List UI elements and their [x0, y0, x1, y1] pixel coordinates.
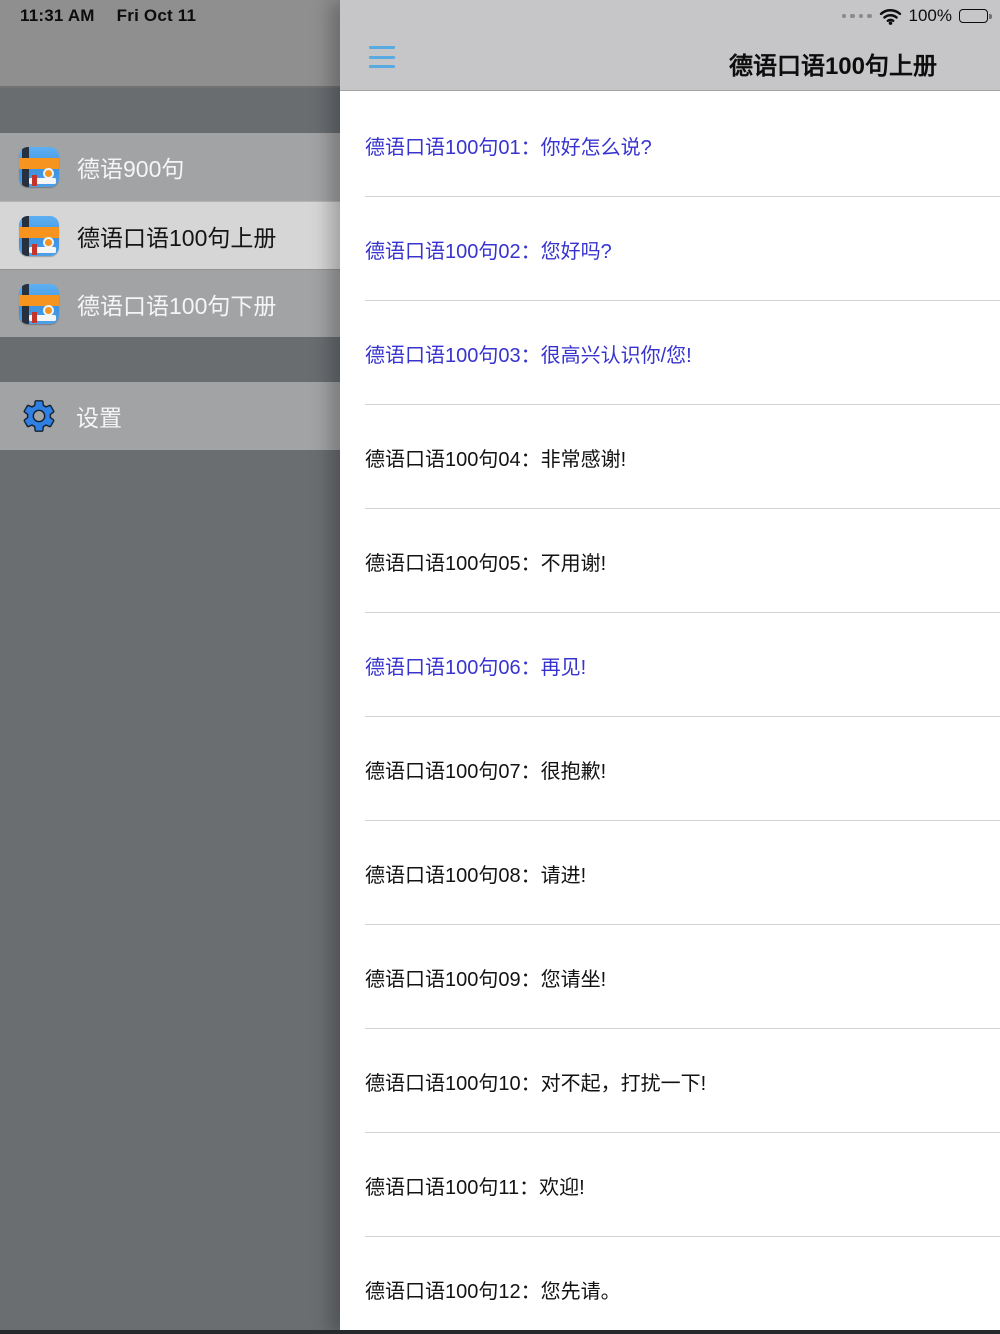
sidebar-item-deyu900[interactable]: 德语900句 — [0, 133, 340, 201]
sidebar-item-label: 德语900句 — [77, 156, 185, 182]
sidebar-spacer-middle — [0, 337, 340, 382]
list-item[interactable]: 德语口语100句12：您先请。 — [340, 1237, 1000, 1334]
sidebar-item-label: 设置 — [76, 405, 122, 431]
list-item[interactable]: 德语口语100句04：非常感谢! — [340, 405, 1000, 509]
list-item-label: 德语口语100句08：请进! — [365, 864, 587, 887]
sidebar-item-label: 德语口语100句上册 — [77, 224, 277, 251]
status-bar-right: 100% — [841, 6, 992, 26]
book-icon — [19, 215, 59, 256]
sidebar-item-label: 德语口语100句下册 — [77, 292, 277, 319]
app-screen: 11:31 AM Fri Oct 11 德语900句 德语口语100句上册 德语口… — [0, 0, 1000, 1334]
list-item[interactable]: 德语口语100句08：请进! — [340, 821, 1000, 925]
battery-percent: 100% — [908, 6, 952, 25]
book-icon — [19, 283, 59, 324]
status-date: Fri Oct 11 — [116, 6, 197, 25]
cellular-signal-icon — [841, 13, 872, 19]
list-item[interactable]: 德语口语100句01：你好怎么说? — [340, 93, 1000, 197]
sidebar-item-100ju-xiace[interactable]: 德语口语100句下册 — [0, 269, 340, 337]
list-item-label: 德语口语100句09：您请坐! — [365, 968, 607, 991]
sidebar-spacer-top — [0, 88, 340, 133]
detail-panel: 100% 德语口语100句上册 德语口语100句01：你好怎么说? 德语口语10… — [340, 0, 1000, 1334]
list-item-label: 德语口语100句03：很高兴认识你/您! — [365, 344, 692, 367]
list-item-label: 德语口语100句07：很抱歉! — [365, 760, 607, 783]
page-title: 德语口语100句上册 — [728, 53, 937, 80]
list-item[interactable]: 德语口语100句10：对不起，打扰一下! — [340, 1029, 1000, 1133]
list-item-label: 德语口语100句04：非常感谢! — [365, 448, 627, 471]
list-item[interactable]: 德语口语100句11：欢迎! — [340, 1133, 1000, 1237]
wifi-icon — [879, 8, 901, 25]
list-item-label: 德语口语100句06：再见! — [365, 656, 587, 679]
status-time: 11:31 AM — [20, 6, 95, 25]
bottom-edge-bar — [0, 1330, 1000, 1334]
list-item[interactable]: 德语口语100句07：很抱歉! — [340, 717, 1000, 821]
list-item-label: 德语口语100句11：欢迎! — [365, 1176, 585, 1199]
sidebar: 11:31 AM Fri Oct 11 德语900句 德语口语100句上册 德语口… — [0, 0, 340, 1334]
list-item-label: 德语口语100句10：对不起，打扰一下! — [365, 1072, 707, 1095]
navigation-bar: 100% 德语口语100句上册 — [340, 0, 1000, 91]
list-item-label: 德语口语100句01：你好怎么说? — [365, 136, 652, 159]
list-item[interactable]: 德语口语100句02：您好吗? — [340, 197, 1000, 301]
battery-icon — [959, 9, 992, 23]
list-item[interactable]: 德语口语100句06：再见! — [340, 613, 1000, 717]
list-item[interactable]: 德语口语100句09：您请坐! — [340, 925, 1000, 1029]
list-item[interactable]: 德语口语100句05：不用谢! — [340, 509, 1000, 613]
list-item-label: 德语口语100句02：您好吗? — [365, 240, 612, 263]
sidebar-background — [0, 450, 340, 1334]
status-time-date: 11:31 AM Fri Oct 11 — [20, 6, 196, 26]
gear-icon — [23, 400, 55, 432]
list-item-label: 德语口语100句05：不用谢! — [365, 552, 607, 575]
list-item-label: 德语口语100句12：您先请。 — [365, 1280, 621, 1303]
hamburger-menu-button[interactable] — [369, 46, 395, 68]
sidebar-item-100ju-shangce[interactable]: 德语口语100句上册 — [0, 201, 340, 269]
lesson-list: 德语口语100句01：你好怎么说? 德语口语100句02：您好吗? 德语口语10… — [340, 93, 1000, 1334]
list-item[interactable]: 德语口语100句03：很高兴认识你/您! — [340, 301, 1000, 405]
status-bar-left: 11:31 AM Fri Oct 11 — [0, 0, 340, 88]
sidebar-item-settings[interactable]: 设置 — [0, 382, 340, 450]
book-icon — [19, 147, 59, 187]
